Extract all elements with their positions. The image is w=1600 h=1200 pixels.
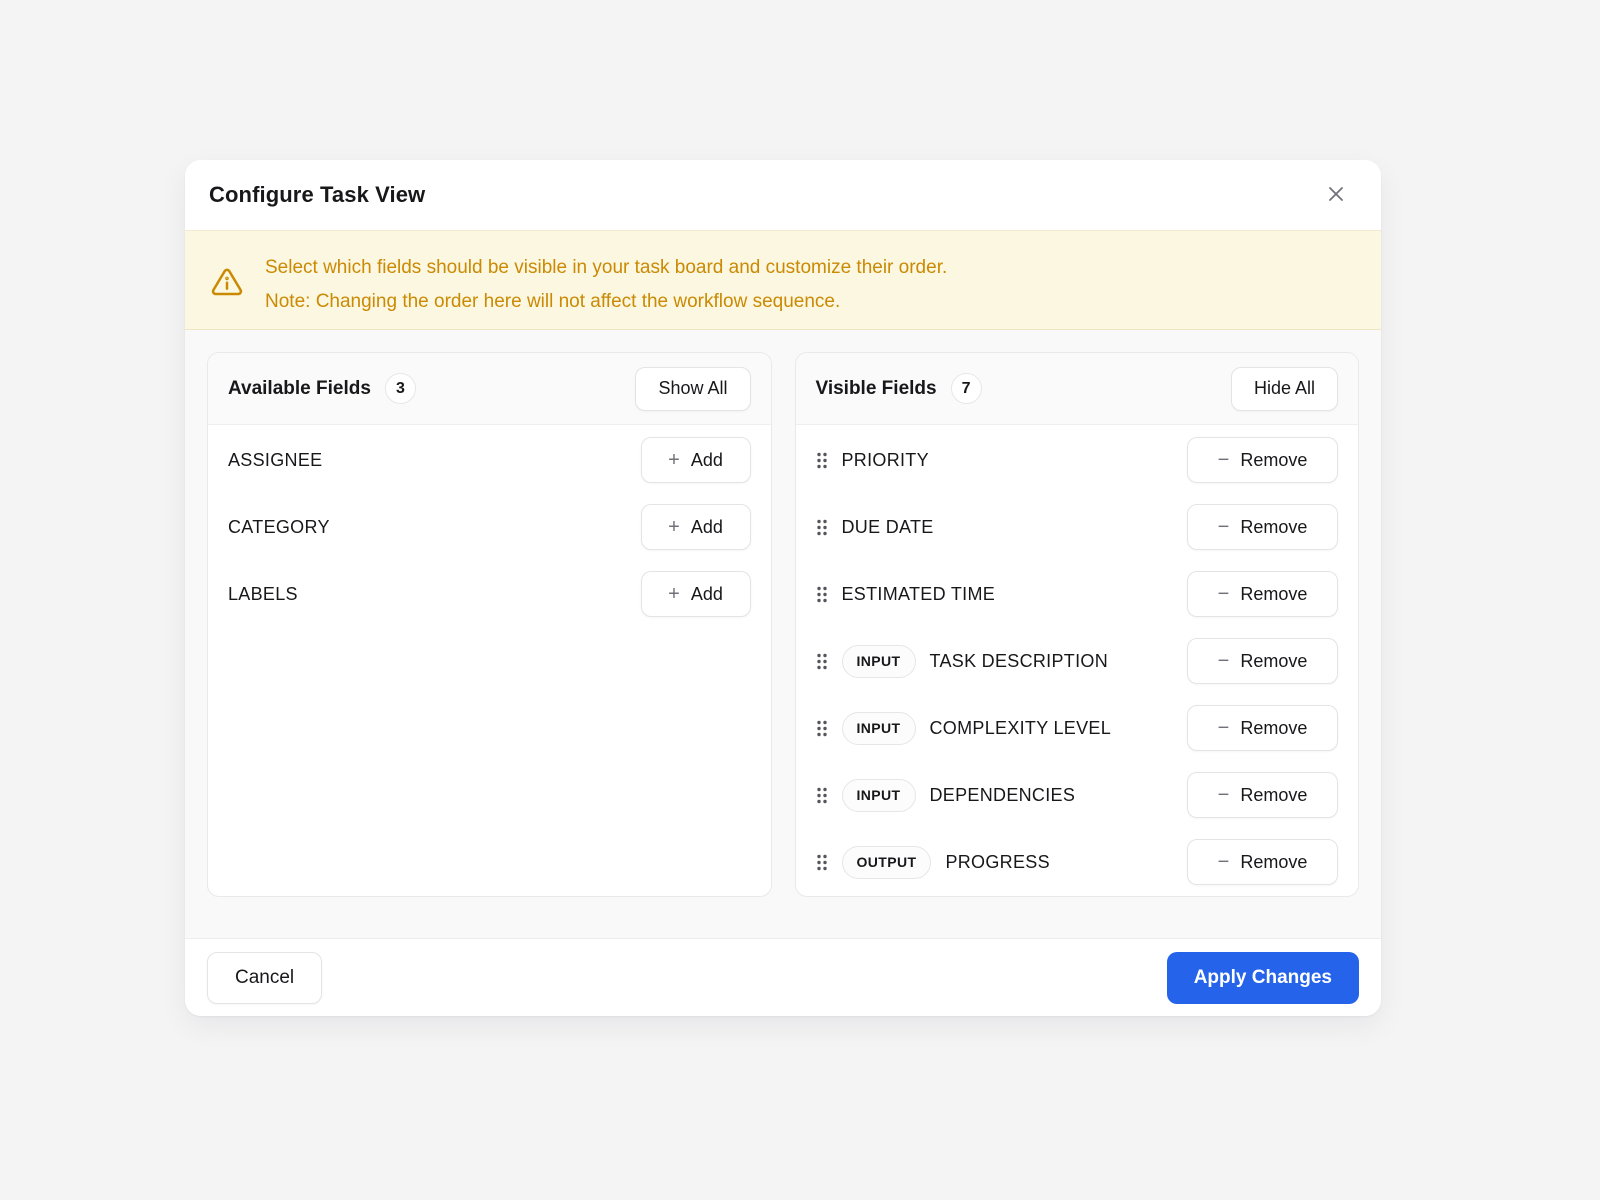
close-button[interactable]	[1319, 178, 1353, 212]
visible-fields-title-group: Visible Fields 7	[816, 373, 982, 404]
visible-field-row-left: OUTPUT PROGRESS	[816, 846, 1050, 879]
dialog-header: Configure Task View	[185, 160, 1381, 230]
drag-handle-icon[interactable]	[816, 650, 828, 673]
available-fields-list: ASSIGNEE + Add CATEGORY + Add LABELS + A…	[208, 425, 771, 896]
remove-button-label: Remove	[1240, 651, 1307, 672]
remove-field-button[interactable]: − Remove	[1187, 437, 1338, 483]
field-type-badge: INPUT	[842, 712, 916, 745]
remove-button-label: Remove	[1240, 852, 1307, 873]
minus-icon: −	[1218, 517, 1230, 537]
visible-field-row-left: PRIORITY	[816, 449, 929, 472]
field-type-badge: INPUT	[842, 779, 916, 812]
remove-button-label: Remove	[1240, 450, 1307, 471]
warning-text-line2: Note: Changing the order here will not a…	[265, 285, 947, 319]
available-fields-title-group: Available Fields 3	[228, 373, 416, 404]
field-type-badge: OUTPUT	[842, 846, 932, 879]
remove-button-label: Remove	[1240, 718, 1307, 739]
field-label: ASSIGNEE	[228, 450, 322, 471]
field-type-badge: INPUT	[842, 645, 916, 678]
drag-handle-icon[interactable]	[816, 717, 828, 740]
warning-banner: Select which fields should be visible in…	[185, 230, 1381, 330]
apply-changes-button[interactable]: Apply Changes	[1167, 952, 1359, 1004]
field-label: PRIORITY	[842, 450, 929, 471]
warning-triangle-icon	[211, 266, 243, 303]
field-label: DEPENDENCIES	[930, 785, 1076, 806]
warning-text: Select which fields should be visible in…	[265, 251, 947, 319]
dialog-footer: Cancel Apply Changes	[185, 938, 1381, 1016]
add-button-label: Add	[691, 517, 723, 538]
visible-fields-header: Visible Fields 7 Hide All	[796, 353, 1359, 425]
field-label: LABELS	[228, 584, 298, 605]
remove-button-label: Remove	[1240, 517, 1307, 538]
field-label: COMPLEXITY LEVEL	[930, 718, 1112, 739]
available-field-row: ASSIGNEE + Add	[228, 437, 751, 483]
field-label: ESTIMATED TIME	[842, 584, 996, 605]
plus-icon: +	[668, 517, 680, 537]
available-fields-count-badge: 3	[385, 373, 416, 404]
add-button-label: Add	[691, 450, 723, 471]
remove-field-button[interactable]: − Remove	[1187, 705, 1338, 751]
visible-field-row-left: INPUT DEPENDENCIES	[816, 779, 1076, 812]
visible-field-row: INPUT COMPLEXITY LEVEL − Remove	[816, 705, 1339, 751]
remove-field-button[interactable]: − Remove	[1187, 638, 1338, 684]
add-field-button[interactable]: + Add	[641, 437, 751, 483]
page-background: Configure Task View Select wh	[0, 0, 1600, 1200]
drag-handle-icon[interactable]	[816, 449, 828, 472]
dialog-body: Available Fields 3 Show All ASSIGNEE + A…	[185, 330, 1381, 938]
cancel-button[interactable]: Cancel	[207, 952, 322, 1004]
visible-field-row-left: INPUT TASK DESCRIPTION	[816, 645, 1109, 678]
field-label: CATEGORY	[228, 517, 330, 538]
add-field-button[interactable]: + Add	[641, 571, 751, 617]
dialog-title: Configure Task View	[209, 182, 425, 208]
minus-icon: −	[1218, 785, 1230, 805]
remove-field-button[interactable]: − Remove	[1187, 504, 1338, 550]
visible-field-row: INPUT DEPENDENCIES − Remove	[816, 772, 1339, 818]
drag-handle-icon[interactable]	[816, 516, 828, 539]
visible-fields-title: Visible Fields	[816, 378, 937, 400]
close-icon	[1325, 183, 1347, 208]
drag-handle-icon[interactable]	[816, 583, 828, 606]
warning-text-line1: Select which fields should be visible in…	[265, 251, 947, 285]
minus-icon: −	[1218, 852, 1230, 872]
remove-field-button[interactable]: − Remove	[1187, 571, 1338, 617]
hide-all-button[interactable]: Hide All	[1231, 367, 1338, 411]
visible-fields-panel: Visible Fields 7 Hide All PRIORITY − Rem…	[795, 352, 1360, 897]
add-field-button[interactable]: + Add	[641, 504, 751, 550]
drag-handle-icon[interactable]	[816, 851, 828, 874]
minus-icon: −	[1218, 718, 1230, 738]
minus-icon: −	[1218, 651, 1230, 671]
visible-field-row-left: ESTIMATED TIME	[816, 583, 996, 606]
plus-icon: +	[668, 450, 680, 470]
available-fields-header: Available Fields 3 Show All	[208, 353, 771, 425]
visible-field-row-left: DUE DATE	[816, 516, 934, 539]
visible-field-row: PRIORITY − Remove	[816, 437, 1339, 483]
remove-button-label: Remove	[1240, 785, 1307, 806]
field-label: DUE DATE	[842, 517, 934, 538]
visible-field-row: INPUT TASK DESCRIPTION − Remove	[816, 638, 1339, 684]
remove-field-button[interactable]: − Remove	[1187, 839, 1338, 885]
field-label: TASK DESCRIPTION	[930, 651, 1109, 672]
visible-field-row: DUE DATE − Remove	[816, 504, 1339, 550]
configure-task-view-dialog: Configure Task View Select wh	[185, 160, 1381, 1016]
add-button-label: Add	[691, 584, 723, 605]
visible-fields-count-badge: 7	[951, 373, 982, 404]
field-label: PROGRESS	[945, 852, 1049, 873]
available-fields-title: Available Fields	[228, 378, 371, 400]
drag-handle-icon[interactable]	[816, 784, 828, 807]
show-all-button[interactable]: Show All	[635, 367, 750, 411]
remove-button-label: Remove	[1240, 584, 1307, 605]
minus-icon: −	[1218, 584, 1230, 604]
plus-icon: +	[668, 584, 680, 604]
visible-field-row-left: INPUT COMPLEXITY LEVEL	[816, 712, 1112, 745]
available-fields-panel: Available Fields 3 Show All ASSIGNEE + A…	[207, 352, 772, 897]
remove-field-button[interactable]: − Remove	[1187, 772, 1338, 818]
visible-field-row: ESTIMATED TIME − Remove	[816, 571, 1339, 617]
available-field-row: CATEGORY + Add	[228, 504, 751, 550]
minus-icon: −	[1218, 450, 1230, 470]
visible-fields-list: PRIORITY − Remove DUE DATE − Remove	[796, 425, 1359, 896]
available-field-row: LABELS + Add	[228, 571, 751, 617]
visible-field-row: OUTPUT PROGRESS − Remove	[816, 839, 1339, 885]
